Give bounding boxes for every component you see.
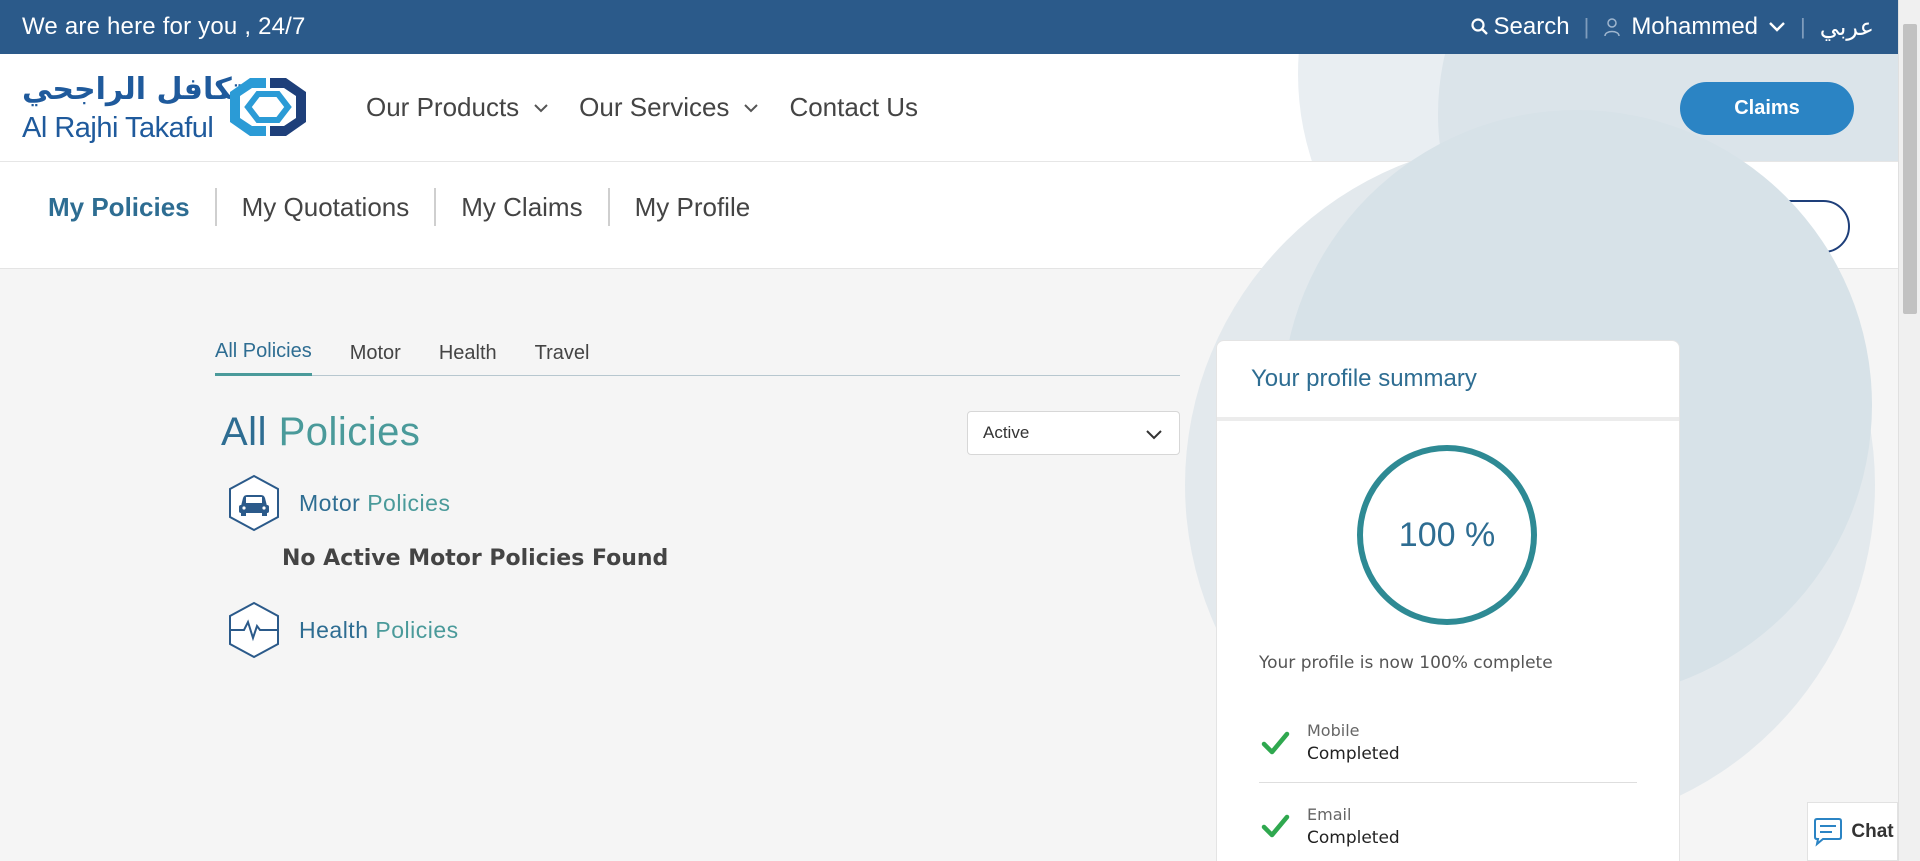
top-bar-actions: Search | Mohammed | عربي (1470, 13, 1874, 42)
nav-our-products[interactable]: Our Products (366, 92, 549, 123)
divider: | (1800, 14, 1806, 39)
main-nav: Our Products Our Services Contact Us (366, 92, 948, 123)
tab-travel[interactable]: Travel (535, 330, 590, 376)
account-tabs: My Policies My Quotations My Claims My P… (48, 188, 775, 226)
profile-item-label: Email (1307, 804, 1352, 824)
search-icon (1470, 18, 1488, 35)
profile-progress-value: 100 % (1398, 515, 1496, 554)
tab-my-quotations[interactable]: My Quotations (214, 188, 435, 226)
health-policies-section: Health Policies (225, 601, 459, 659)
health-policies-heading: Health Policies (299, 617, 459, 644)
chat-label: Chat (1851, 820, 1894, 842)
profile-complete-text: Your profile is now 100% complete (1259, 653, 1553, 673)
no-motor-policies-message: No Active Motor Policies Found (282, 546, 669, 571)
claims-button[interactable]: Claims (1680, 82, 1854, 135)
search-link[interactable]: Search (1470, 13, 1570, 41)
check-icon (1261, 814, 1290, 838)
profile-item-status: Completed (1307, 827, 1400, 848)
page-title: All Policies (221, 410, 420, 455)
logo[interactable]: تكافل الراجحي Al Rajhi Takaful (22, 72, 318, 144)
policy-type-tabs: All Policies Motor Health Travel (215, 330, 1180, 376)
profile-item-email: Email Completed (1259, 793, 1637, 859)
nav-label: Our Products (366, 92, 520, 122)
car-icon (229, 474, 279, 532)
heartbeat-icon (229, 601, 279, 659)
motor-policies-section: Motor Policies (225, 474, 450, 532)
chevron-down-icon (1146, 430, 1162, 440)
user-icon (1604, 18, 1621, 37)
profile-summary-card: Your profile summary 100 % Your profile … (1216, 340, 1680, 861)
nav-label: Contact Us (789, 92, 919, 122)
nav-label: Our Services (579, 92, 730, 122)
health-label-part2: Policies (375, 616, 459, 643)
nav-contact-us[interactable]: Contact Us (789, 92, 918, 123)
check-icon (1261, 731, 1290, 754)
tab-health[interactable]: Health (439, 330, 497, 376)
status-filter-value: Active (983, 423, 1030, 442)
page-scrollbar[interactable] (1898, 0, 1920, 861)
profile-item-status: Completed (1307, 744, 1400, 764)
chevron-down-icon (534, 103, 548, 112)
user-name: Mohammed (1631, 13, 1759, 40)
nav-our-services[interactable]: Our Services (579, 92, 759, 123)
chat-bubble-icon (1814, 817, 1843, 847)
top-bar: We are here for you , 24/7 Search | Moha… (0, 0, 1898, 54)
tab-my-profile[interactable]: My Profile (607, 188, 776, 226)
chevron-down-icon (744, 103, 759, 112)
language-switch[interactable]: عربي (1820, 13, 1874, 42)
motor-label-part2: Policies (367, 489, 451, 516)
motor-policies-heading: Motor Policies (299, 490, 450, 517)
status-filter-select[interactable]: Active (967, 411, 1180, 455)
support-tagline: We are here for you , 24/7 (22, 13, 306, 40)
profile-item-label: Mobile (1307, 721, 1360, 740)
motor-label-part1: Motor (299, 489, 361, 516)
search-label: Search (1493, 13, 1570, 40)
chat-button[interactable]: Chat (1807, 802, 1898, 861)
profile-item-text: Mobile Completed (1307, 721, 1400, 764)
page-title-part2: Policies (278, 410, 421, 454)
tab-motor[interactable]: Motor (350, 330, 401, 376)
tab-my-policies[interactable]: My Policies (48, 188, 215, 226)
page-title-part1: All (221, 410, 267, 454)
logo-english-text: Al Rajhi Takaful (22, 112, 214, 144)
chevron-down-icon (1769, 22, 1785, 32)
scrollbar-thumb[interactable] (1903, 24, 1917, 314)
profile-summary-title: Your profile summary (1217, 341, 1679, 421)
user-menu[interactable]: Mohammed (1603, 13, 1786, 41)
profile-progress-ring: 100 % (1357, 445, 1537, 625)
logo-arabic-text: تكافل الراجحي (22, 72, 243, 107)
health-label-part1: Health (299, 616, 369, 643)
profile-item-text: Email Completed (1307, 805, 1400, 848)
divider: | (1583, 14, 1590, 39)
tab-my-claims[interactable]: My Claims (434, 188, 607, 226)
tab-all-policies[interactable]: All Policies (215, 330, 312, 376)
logo-mark-icon (230, 78, 306, 136)
profile-item-mobile: Mobile Completed (1259, 703, 1637, 783)
